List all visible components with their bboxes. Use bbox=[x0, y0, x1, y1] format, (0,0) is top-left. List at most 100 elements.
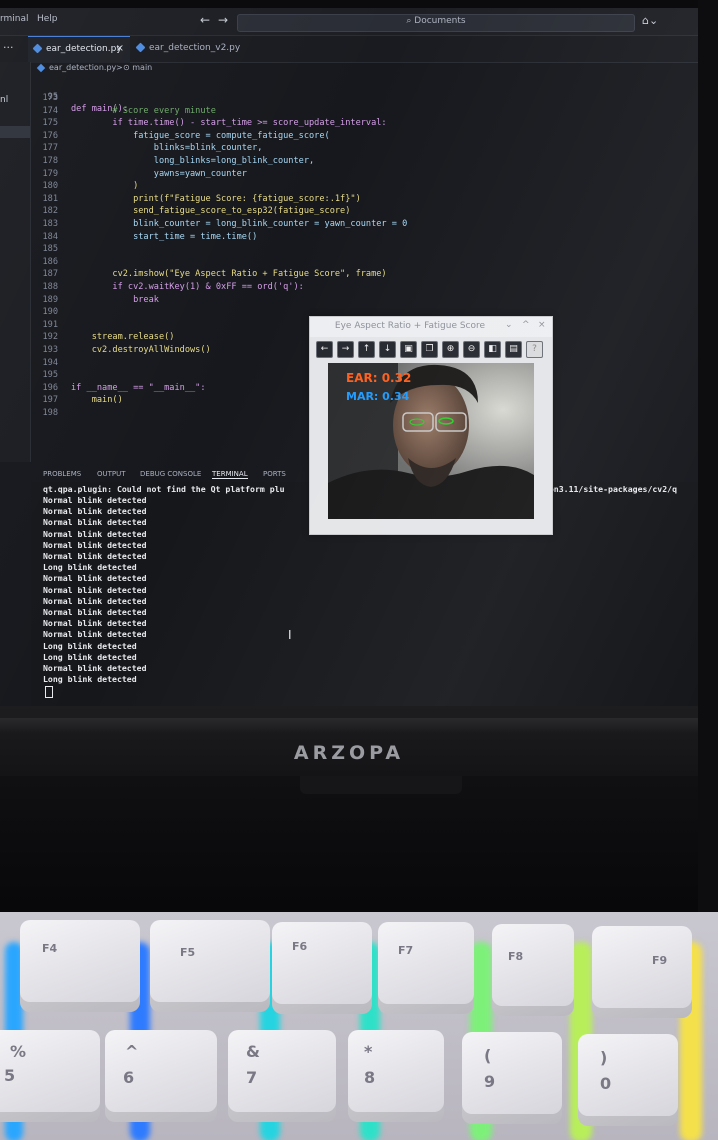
terminal-line: Normal blink detected bbox=[43, 551, 147, 561]
terminal-line: Normal blink detected bbox=[43, 607, 147, 617]
line-number: 181 bbox=[42, 193, 58, 204]
tab-debug-console[interactable]: DEBUG CONSOLE bbox=[140, 470, 201, 478]
terminal-line: Normal blink detected bbox=[43, 573, 147, 584]
menu-terminal[interactable]: rminal bbox=[0, 14, 29, 24]
terminal-line-tail: thon3.11/site-packages/cv2/q bbox=[539, 484, 678, 494]
zoom-out-icon[interactable]: ⊖ bbox=[463, 341, 480, 358]
save-icon[interactable]: ▣ bbox=[400, 341, 417, 358]
line-number: 198 bbox=[42, 408, 58, 418]
key-main-label: 0 bbox=[600, 1074, 612, 1093]
line-number: 191 bbox=[42, 319, 58, 330]
terminal-line: Normal blink detected bbox=[43, 528, 147, 539]
key-f5[interactable]: F5 bbox=[150, 920, 270, 1012]
key-main-label: 5 bbox=[4, 1066, 16, 1085]
code-line: 179 yawns=yawn_counter bbox=[31, 168, 698, 181]
minimize-icon[interactable]: ⌄ bbox=[505, 320, 513, 330]
key-8[interactable]: * 8 bbox=[348, 1030, 444, 1122]
arrow-left-icon[interactable]: ← bbox=[316, 341, 333, 358]
more-icon[interactable]: ··· bbox=[3, 41, 14, 54]
key-f6[interactable]: F6 bbox=[272, 922, 372, 1014]
code-line: 188 if cv2.waitKey(1) & 0xFF == ord('q')… bbox=[31, 281, 698, 294]
opencv-window[interactable]: Eye Aspect Ratio + Fatigue Score ⌄ ^ × ←… bbox=[309, 316, 553, 535]
tab-ear-detection-v2[interactable]: ear_detection_v2.py bbox=[131, 36, 241, 62]
code-line: 177 blinks=blink_counter, bbox=[31, 142, 698, 155]
arrow-right-icon[interactable]: → bbox=[337, 341, 354, 358]
monitor-stand-area bbox=[0, 776, 718, 926]
key-f7[interactable]: F7 bbox=[378, 922, 474, 1014]
sticky-scroll-line: 95 def main(): bbox=[31, 78, 698, 115]
line-number: 176 bbox=[42, 130, 58, 141]
tab-output[interactable]: OUTPUT bbox=[97, 470, 126, 478]
text-cursor-icon: I bbox=[288, 628, 292, 642]
monitor-hinge bbox=[300, 776, 462, 794]
key-5[interactable]: % 5 bbox=[0, 1030, 100, 1122]
code-text: if time.time() - start_time >= score_upd… bbox=[71, 118, 387, 129]
sidebar-selected-item[interactable] bbox=[0, 126, 30, 138]
help-icon[interactable]: ? bbox=[526, 341, 543, 358]
close-icon[interactable]: × bbox=[538, 320, 546, 330]
key-6[interactable]: ^ 6 bbox=[105, 1030, 217, 1122]
line-number: 177 bbox=[42, 143, 58, 154]
zoom-fit-icon[interactable]: ◧ bbox=[484, 341, 501, 358]
key-f4[interactable]: F4 bbox=[20, 920, 140, 1012]
tab-terminal[interactable]: TERMINAL bbox=[212, 470, 248, 479]
code-line: 184 start_time = time.time() bbox=[31, 231, 698, 244]
breadcrumb-file[interactable]: ear_detection.py bbox=[49, 63, 116, 72]
terminal-line: qt.qpa.plugin: Could not find the Qt pla… bbox=[43, 484, 285, 494]
code-line: 176 fatigue_score = compute_fatigue_scor… bbox=[31, 130, 698, 143]
monitor-screen: rminal Help ← → ⌕ Documents ⌂⌄ ··· ear_d… bbox=[0, 8, 698, 706]
maximize-icon[interactable]: ^ bbox=[522, 320, 530, 330]
ear-label: EAR: 0.32 bbox=[346, 371, 412, 385]
opencv-toolbar: ← → ↑ ↓ ▣ ❐ ⊕ ⊖ ◧ ▤ ? bbox=[312, 339, 550, 359]
terminal-line: Normal blink detected bbox=[43, 595, 147, 606]
copilot-icon[interactable]: ⌂⌄ bbox=[642, 14, 658, 27]
arrow-down-icon[interactable]: ↓ bbox=[379, 341, 396, 358]
code-line: 182 send_fatigue_score_to_esp32(fatigue_… bbox=[31, 205, 698, 218]
key-main-label: 9 bbox=[484, 1072, 496, 1091]
command-center-search[interactable]: ⌕ Documents bbox=[237, 14, 635, 32]
terminal-line: Normal blink detected bbox=[43, 663, 147, 673]
code-line: 173 bbox=[31, 92, 698, 105]
opencv-title-bar[interactable]: Eye Aspect Ratio + Fatigue Score ⌄ ^ × bbox=[310, 317, 552, 337]
key-label: F9 bbox=[652, 954, 668, 967]
activity-sidebar: nl bbox=[0, 62, 31, 462]
key-f8[interactable]: F8 bbox=[492, 924, 574, 1016]
tab-label: ear_detection.py bbox=[46, 44, 122, 54]
code-text: long_blinks=long_blink_counter, bbox=[71, 156, 315, 166]
line-number: 192 bbox=[42, 332, 58, 343]
key-label: F6 bbox=[292, 940, 308, 953]
key-0[interactable]: ) 0 bbox=[578, 1034, 678, 1126]
tab-problems[interactable]: PROBLEMS bbox=[43, 470, 81, 478]
camera-frame: EAR: 0.32 MAR: 0.34 bbox=[328, 363, 534, 519]
code-line: 174 # Score every minute bbox=[31, 105, 698, 118]
tab-ear-detection[interactable]: ear_detection.py × bbox=[28, 36, 130, 63]
line-number: 185 bbox=[42, 244, 58, 255]
code-text: ) bbox=[71, 181, 139, 192]
line-number: 188 bbox=[42, 282, 58, 292]
tab-label: ear_detection_v2.py bbox=[149, 43, 241, 53]
line-number: 179 bbox=[42, 168, 58, 179]
copy-icon[interactable]: ❐ bbox=[421, 341, 438, 358]
line-number: 184 bbox=[42, 231, 58, 242]
python-file-icon bbox=[36, 63, 46, 73]
close-icon[interactable]: × bbox=[116, 43, 124, 54]
key-shift-label: ) bbox=[600, 1048, 608, 1067]
arrow-up-icon[interactable]: ↑ bbox=[358, 341, 375, 358]
nav-back-icon[interactable]: ← bbox=[200, 13, 210, 27]
menu-help[interactable]: Help bbox=[37, 14, 58, 24]
line-number: 197 bbox=[42, 395, 58, 406]
tab-ports[interactable]: PORTS bbox=[263, 470, 286, 478]
line-number: 186 bbox=[42, 256, 58, 267]
code-line: 183 blink_counter = long_blink_counter =… bbox=[31, 218, 698, 231]
key-f9[interactable]: F9 bbox=[592, 926, 692, 1018]
nav-forward-icon[interactable]: → bbox=[218, 13, 228, 27]
zoom-in-icon[interactable]: ⊕ bbox=[442, 341, 459, 358]
breadcrumb-symbol[interactable]: ⊙ main bbox=[123, 63, 152, 72]
line-number: 195 bbox=[42, 370, 58, 381]
line-number: 183 bbox=[42, 219, 58, 229]
key-9[interactable]: ( 9 bbox=[462, 1032, 562, 1124]
keyboard: F4 F5 F6 F7 F8 F9 % 5 ^ 6 & 7 * 8 ( 9 ) … bbox=[0, 912, 718, 1140]
properties-icon[interactable]: ▤ bbox=[505, 341, 522, 358]
line-number: 178 bbox=[42, 156, 58, 166]
key-7[interactable]: & 7 bbox=[228, 1030, 336, 1122]
